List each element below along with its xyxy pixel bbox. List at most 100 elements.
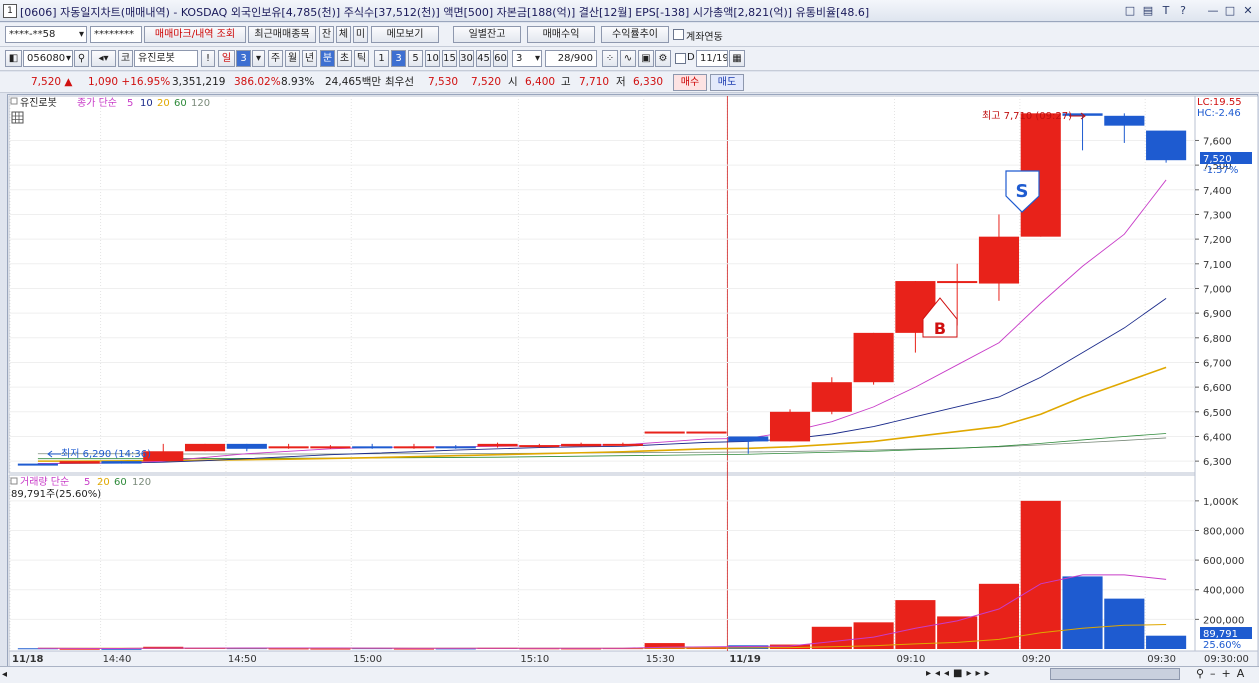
buy-button[interactable]: 매수 bbox=[673, 74, 707, 91]
candle-body[interactable] bbox=[811, 382, 852, 412]
interval-30-button[interactable]: 30 bbox=[459, 50, 474, 67]
daily-balance-button[interactable]: 일별잔고 bbox=[453, 26, 521, 43]
alert-icon[interactable]: ! bbox=[201, 50, 215, 67]
period-minute-button[interactable]: 분 bbox=[320, 50, 335, 67]
candle-body[interactable] bbox=[226, 443, 267, 449]
search-icon[interactable]: ⚲ bbox=[74, 50, 89, 67]
trade-mark-query-button[interactable]: 매매마크/내역 조회 bbox=[144, 26, 246, 43]
candle-body[interactable] bbox=[268, 446, 309, 449]
interval-5-button[interactable]: 5 bbox=[408, 50, 423, 67]
candle-body[interactable] bbox=[686, 431, 727, 434]
recent-trades-button[interactable]: 최근매매종목 bbox=[248, 26, 316, 43]
candle-body[interactable] bbox=[1104, 115, 1145, 126]
volume-bar[interactable] bbox=[769, 644, 811, 649]
scroll-left-icon[interactable]: ◂ bbox=[2, 669, 7, 680]
volume-bar[interactable] bbox=[1104, 598, 1145, 649]
period-month-button[interactable]: 월 bbox=[285, 50, 300, 67]
candle-body[interactable] bbox=[644, 431, 685, 434]
candle-body[interactable] bbox=[435, 446, 476, 449]
interval-1-button[interactable]: 1 bbox=[374, 50, 389, 67]
candle-body[interactable] bbox=[853, 332, 894, 383]
panel-toggle-icon[interactable] bbox=[10, 97, 18, 105]
filled-button[interactable]: 체 bbox=[336, 26, 351, 43]
account-link-checkbox[interactable] bbox=[673, 29, 684, 40]
sell-button[interactable]: 매도 bbox=[710, 74, 744, 91]
account-select[interactable]: ****-**58 ▾ bbox=[5, 26, 87, 43]
candle-body[interactable] bbox=[393, 446, 435, 449]
date-input[interactable]: 11/19 bbox=[696, 50, 728, 67]
calendar-icon[interactable]: ▦ bbox=[729, 50, 745, 67]
period-second-button[interactable]: 초 bbox=[337, 50, 352, 67]
candle-body[interactable] bbox=[1146, 130, 1187, 161]
interval-10-button[interactable]: 10 bbox=[425, 50, 440, 67]
date-checkbox[interactable] bbox=[675, 53, 686, 64]
interval-15-button[interactable]: 15 bbox=[442, 50, 457, 67]
volume-bar[interactable] bbox=[895, 600, 936, 649]
candle-body[interactable] bbox=[477, 443, 518, 447]
candle-body[interactable] bbox=[101, 461, 142, 464]
period-day-value[interactable]: 3 bbox=[236, 50, 251, 67]
minimize-icon[interactable]: — bbox=[1206, 4, 1220, 18]
layout-icon[interactable]: ◧ bbox=[5, 50, 22, 67]
candle-body[interactable] bbox=[937, 281, 978, 284]
speaker-icon[interactable]: ◂▾ bbox=[91, 50, 116, 67]
font-icon[interactable]: T bbox=[1159, 4, 1173, 18]
up-arrow-icon: ▲ bbox=[64, 76, 73, 88]
memo-view-button[interactable]: 메모보기 bbox=[371, 26, 439, 43]
period-week-button[interactable]: 주 bbox=[268, 50, 283, 67]
stock-name-field[interactable]: 유진로봇 bbox=[134, 50, 198, 67]
password-input[interactable]: ******** bbox=[90, 26, 142, 43]
help-icon[interactable]: ? bbox=[1176, 4, 1190, 18]
stock-code-input[interactable]: 056080 ▾ bbox=[23, 50, 73, 67]
dropdown-arrow-icon[interactable]: ▾ bbox=[252, 50, 265, 67]
trade-profit-button[interactable]: 매매수익 bbox=[527, 26, 595, 43]
ma-legend-60: 60 bbox=[174, 98, 187, 109]
interval-60-button[interactable]: 60 bbox=[493, 50, 508, 67]
volume-bar[interactable] bbox=[1146, 635, 1187, 649]
candle-body[interactable] bbox=[17, 463, 58, 466]
candle-body[interactable] bbox=[59, 461, 100, 464]
bar-count-input[interactable]: 28/900 bbox=[545, 50, 597, 67]
save-icon[interactable]: ▣ bbox=[638, 50, 654, 67]
candle-body[interactable] bbox=[561, 443, 602, 447]
x-axis-tick-label: 09:30 bbox=[1147, 654, 1176, 665]
period-day-button[interactable]: 일 bbox=[218, 50, 235, 67]
candle-body[interactable] bbox=[978, 236, 1020, 284]
indicator-icon[interactable]: ⁘ bbox=[602, 50, 618, 67]
candle-body[interactable] bbox=[728, 436, 769, 442]
candle-body[interactable] bbox=[310, 446, 351, 449]
zoom-controls[interactable]: ⚲–+A bbox=[1196, 667, 1250, 680]
table-icon[interactable] bbox=[11, 111, 24, 124]
date-mode-label: D bbox=[687, 52, 695, 63]
interval-input[interactable]: 3 ▾ bbox=[512, 50, 542, 67]
balance-button[interactable]: 잔 bbox=[319, 26, 334, 43]
volume-bar[interactable] bbox=[1020, 500, 1061, 649]
interval-45-button[interactable]: 45 bbox=[476, 50, 491, 67]
unfilled-button[interactable]: 미 bbox=[353, 26, 368, 43]
list-icon[interactable]: ▤ bbox=[1141, 4, 1155, 18]
volume-bar[interactable] bbox=[1062, 576, 1103, 649]
playback-controls[interactable]: ▸◂◂■▸▸▸ bbox=[926, 668, 994, 679]
volume-panel-toggle-icon[interactable] bbox=[10, 477, 18, 485]
return-trend-button[interactable]: 수익률추이 bbox=[601, 26, 669, 43]
candle-body[interactable] bbox=[184, 443, 226, 452]
price-volume-chart[interactable]: 7,6007,5007,4007,3007,2007,1007,0006,900… bbox=[8, 95, 1259, 669]
candle-body[interactable] bbox=[352, 446, 393, 449]
candle-body[interactable] bbox=[769, 411, 811, 442]
period-tick-button[interactable]: 틱 bbox=[354, 50, 369, 67]
scroll-thumb[interactable] bbox=[1050, 668, 1180, 680]
drawing-tool-icon[interactable]: ∿ bbox=[620, 50, 636, 67]
candle-body[interactable] bbox=[519, 445, 560, 448]
interval-3-button[interactable]: 3 bbox=[391, 50, 406, 67]
volume-bar[interactable] bbox=[811, 626, 852, 649]
period-year-button[interactable]: 년 bbox=[302, 50, 317, 67]
settings-icon[interactable]: ⚙ bbox=[655, 50, 671, 67]
chart-scrollbar[interactable]: ◂ ▸◂◂■▸▸▸ ⚲–+A bbox=[0, 666, 1259, 683]
close-icon[interactable]: ✕ bbox=[1241, 4, 1255, 18]
buy-marker-label: B bbox=[934, 319, 946, 338]
candle-body[interactable] bbox=[602, 443, 643, 446]
price-change: 1,090 +16.95% bbox=[88, 76, 171, 88]
chart-area[interactable]: 7,600 7,500 7,400 7,300 7,200 7,100 7,000 6,900… bbox=[7, 94, 1259, 669]
restore-layout-icon[interactable]: □ bbox=[1123, 4, 1137, 18]
maximize-icon[interactable]: □ bbox=[1223, 4, 1237, 18]
